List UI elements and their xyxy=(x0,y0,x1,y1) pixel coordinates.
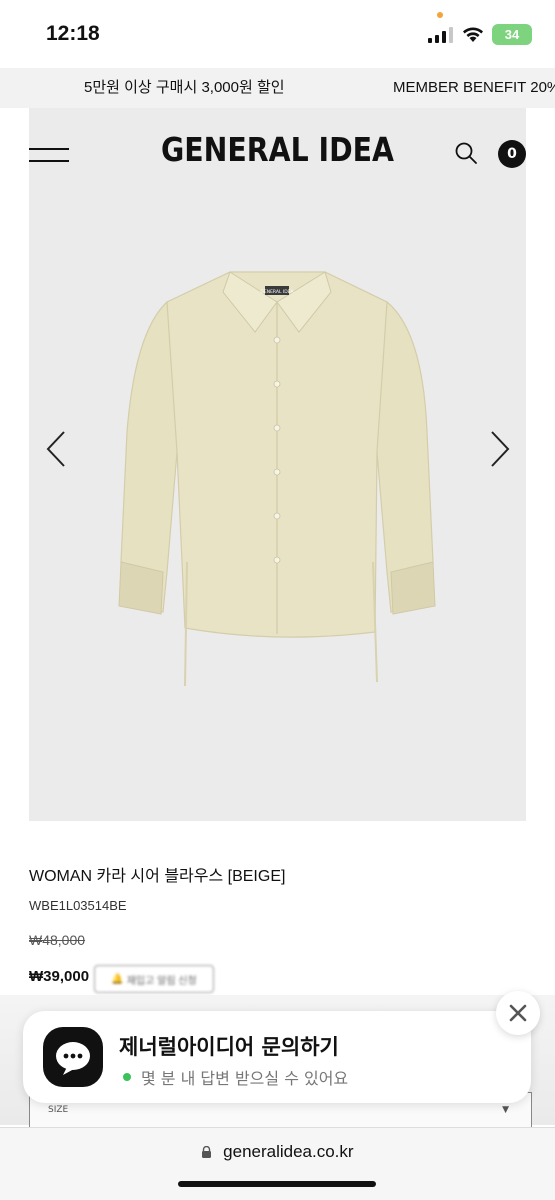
chat-avatar xyxy=(43,1027,103,1087)
chat-inquiry-card[interactable]: 제너럴아이디어 문의하기 몇 분 내 답변 받으실 수 있어요 xyxy=(23,1011,531,1103)
product-name: WOMAN 카라 시어 블라우스 [BEIGE] xyxy=(29,868,286,885)
home-indicator[interactable] xyxy=(178,1181,376,1187)
cellular-signal-icon xyxy=(428,27,453,43)
restock-label: 재입고 알림 신청 xyxy=(126,975,197,987)
wifi-icon xyxy=(463,27,483,42)
camera-indicator-icon xyxy=(437,12,443,18)
browser-address-bar[interactable]: generalidea.co.kr xyxy=(0,1127,555,1200)
bell-icon: 🔔 xyxy=(111,973,124,985)
online-status-dot xyxy=(123,1073,131,1081)
close-icon[interactable] xyxy=(496,991,540,1035)
brand-logo[interactable]: GENERAL IDEA xyxy=(39,130,516,169)
chevron-down-icon: ▼ xyxy=(502,1105,509,1115)
product-photo-blouse: GENERAL IDEA xyxy=(118,271,436,687)
carousel-prev-arrow-icon[interactable] xyxy=(44,430,70,468)
product-code: WBE1L03514BE xyxy=(29,898,127,913)
sale-price: ₩39,000 xyxy=(29,968,90,985)
url-text: generalidea.co.kr xyxy=(223,1142,354,1161)
url-display[interactable]: generalidea.co.kr xyxy=(0,1142,555,1162)
lock-icon xyxy=(202,1146,212,1158)
search-icon[interactable] xyxy=(454,141,478,165)
neck-label-text: GENERAL IDEA xyxy=(260,289,294,295)
promo-discount-text: 5만원 이상 구매시 3,000원 할인 xyxy=(84,79,285,96)
cart-count-badge[interactable]: 0 xyxy=(498,140,526,168)
battery-indicator: 34 xyxy=(492,24,532,45)
promo-member-text: MEMBER BENEFIT 20% xyxy=(393,79,555,96)
chat-status-text: 몇 분 내 답변 받으실 수 있어요 xyxy=(141,1069,349,1088)
chat-bubble-icon xyxy=(56,1042,90,1075)
original-price: ₩48,000 xyxy=(29,932,86,948)
page: 12:18 34 5만원 이상 구매시 3,000원 할인 MEMBER BEN… xyxy=(0,0,555,1200)
promo-banner[interactable]: 5만원 이상 구매시 3,000원 할인 MEMBER BENEFIT 20% xyxy=(0,68,555,108)
carousel-next-arrow-icon[interactable] xyxy=(486,430,512,468)
size-select-label: SIZE xyxy=(48,1105,69,1115)
status-time: 12:18 xyxy=(46,22,100,45)
chat-status: 몇 분 내 답변 받으실 수 있어요 xyxy=(123,1065,348,1089)
chat-title: 제너럴아이디어 문의하기 xyxy=(119,1035,339,1059)
restock-notify-button[interactable]: 🔔 재입고 알림 신청 xyxy=(94,965,214,993)
status-bar: 12:18 34 xyxy=(0,0,555,68)
